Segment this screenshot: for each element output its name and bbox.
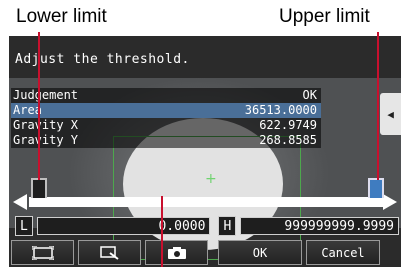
instruction-text: Adjust the threshold. [15,52,190,67]
triangle-left-icon: ◀ [387,107,394,121]
row-label: Gravity Y [13,133,79,147]
lower-label: L [15,216,33,236]
measurement-table: Judgement OK Area 36513.0000 Gravity X 6… [11,88,321,148]
row-label: Gravity X [13,118,79,132]
upper-limit-callout: Upper limit [279,6,370,27]
lower-limit-field[interactable]: 0.0000 [36,217,211,235]
lower-limit-callout: Lower limit [16,6,107,27]
lower-limit-handle[interactable] [31,178,47,198]
slider-right-arrow-icon[interactable] [383,194,397,210]
frame-icon [31,245,54,260]
row-value: OK [302,88,317,102]
cancel-button[interactable]: Cancel [306,240,380,265]
upper-label: H [218,216,237,236]
slider-left-arrow-icon[interactable] [13,194,27,210]
lower-limit-leader-line [38,32,40,180]
row-value: 36513.0000 [244,103,317,117]
frame-button[interactable] [11,240,74,265]
camera-button[interactable] [145,240,208,265]
camera-icon [167,246,186,259]
limits-row: L 0.0000 H 999999999.9999 [15,216,399,236]
measurement-row-area[interactable]: Area 36513.0000 [11,103,321,118]
row-value: 268.8585 [259,133,317,147]
ok-button[interactable]: OK [218,240,302,265]
upper-limit-handle[interactable] [368,178,384,198]
measurement-row-judgement[interactable]: Judgement OK [11,88,321,103]
measurement-row-gravity-y[interactable]: Gravity Y 268.8585 [11,133,321,148]
side-panel-toggle-button[interactable]: ◀ [380,93,401,135]
current-value-leader-line [161,196,163,267]
gravity-center-marker-icon: + [205,171,217,187]
upper-limit-leader-line [377,32,379,180]
bottom-toolbar: OK Cancel [11,240,401,267]
device-screen: Adjust the threshold. + Judgement OK Are… [9,36,401,267]
row-label: Judgement [13,88,79,102]
row-value: 622.9749 [259,118,317,132]
zoom-icon [99,245,119,260]
zoom-button[interactable] [78,240,141,265]
upper-limit-field[interactable]: 999999999.9999 [240,217,399,235]
threshold-slider-track[interactable] [29,197,385,207]
measurement-row-gravity-x[interactable]: Gravity X 622.9749 [11,118,321,133]
